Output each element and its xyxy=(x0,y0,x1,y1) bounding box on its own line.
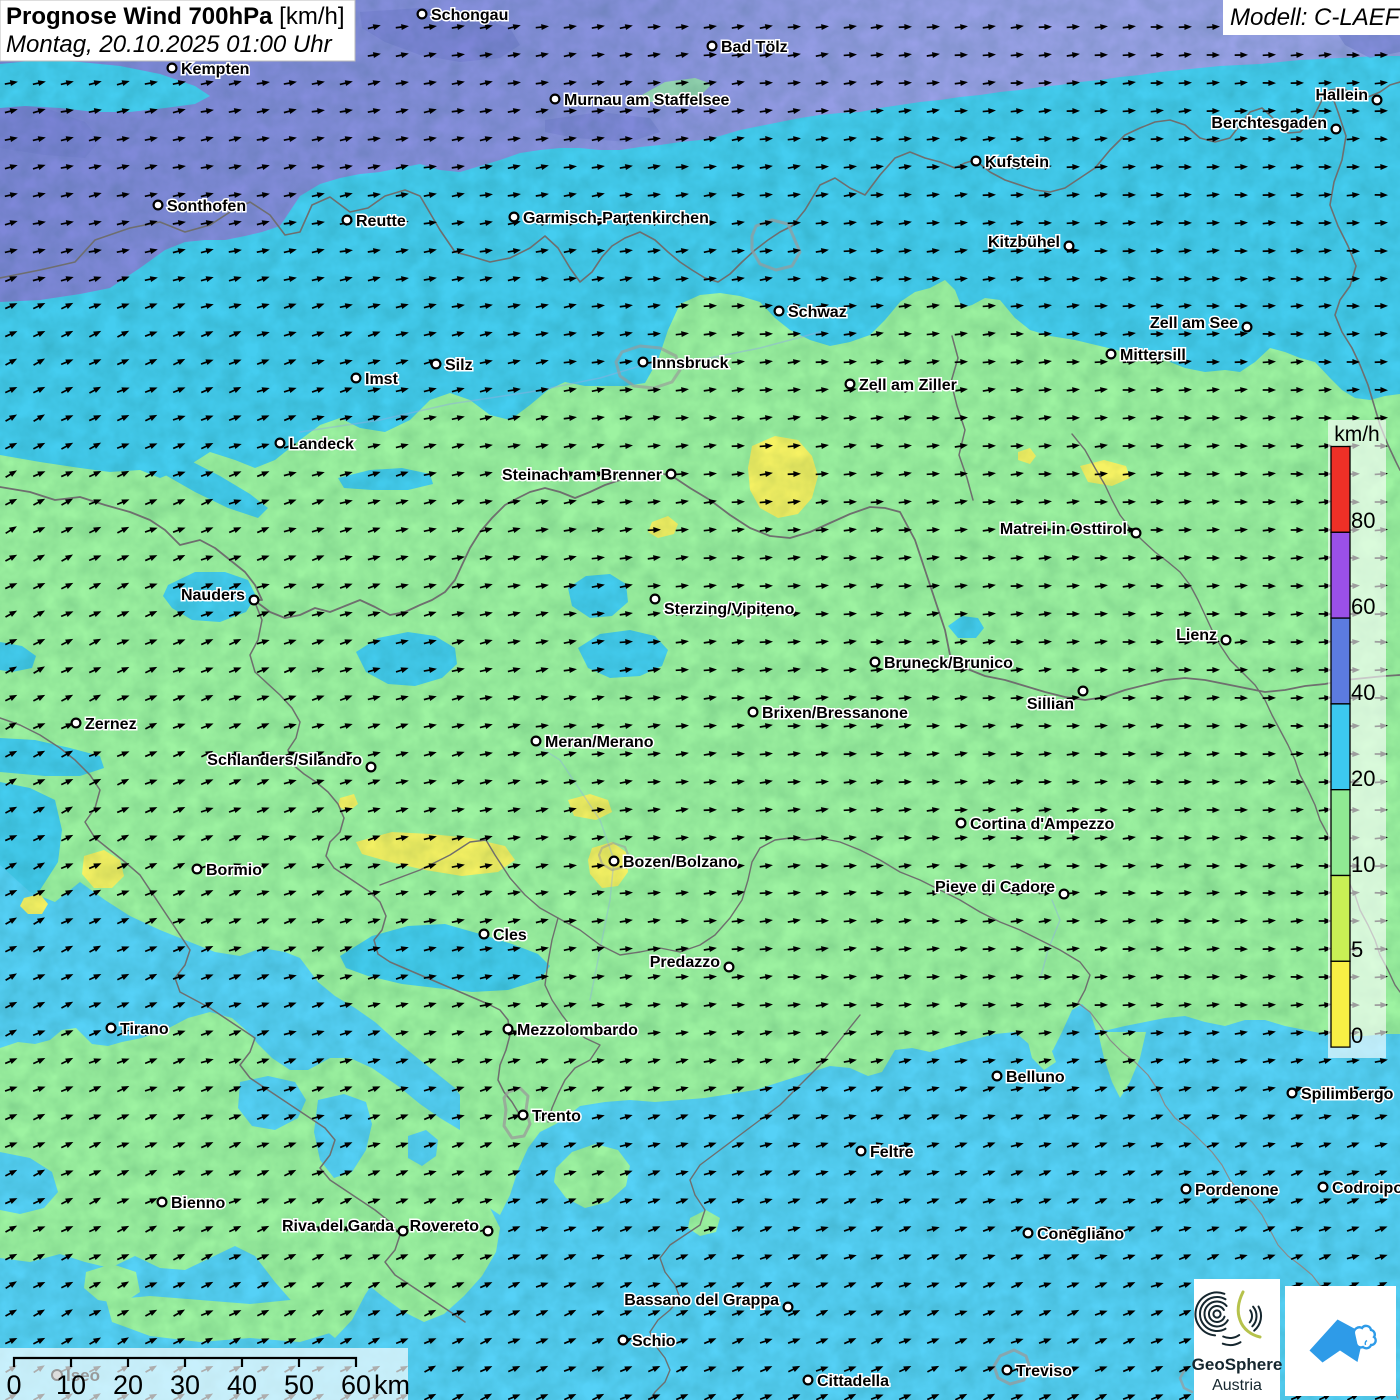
svg-text:Conegliano: Conegliano xyxy=(1037,1226,1124,1243)
svg-text:Tirano: Tirano xyxy=(120,1021,169,1038)
svg-text:Montag, 20.10.2025 01:00 Uhr: Montag, 20.10.2025 01:00 Uhr xyxy=(6,31,333,58)
svg-text:20: 20 xyxy=(113,1370,143,1400)
svg-text:Landeck: Landeck xyxy=(289,436,354,453)
svg-text:Prognose Wind 700hPa [km/h]: Prognose Wind 700hPa [km/h] xyxy=(6,3,345,30)
svg-text:Schio: Schio xyxy=(632,1333,676,1350)
svg-text:Kempten: Kempten xyxy=(181,61,249,78)
svg-text:Cortina d'Ampezzo: Cortina d'Ampezzo xyxy=(970,816,1114,833)
svg-text:Silz: Silz xyxy=(445,357,473,374)
svg-text:Zernez: Zernez xyxy=(85,716,137,733)
svg-text:Berchtesgaden: Berchtesgaden xyxy=(1211,115,1327,132)
svg-text:Predazzo: Predazzo xyxy=(650,954,720,971)
svg-text:0: 0 xyxy=(1351,1023,1363,1048)
svg-text:Modell: C-LAEF: Modell: C-LAEF xyxy=(1230,4,1400,31)
svg-text:Trento: Trento xyxy=(532,1108,581,1125)
svg-text:Mezzolombardo: Mezzolombardo xyxy=(517,1022,638,1039)
svg-text:Mittersill: Mittersill xyxy=(1120,347,1186,364)
svg-text:Sillian: Sillian xyxy=(1027,696,1074,713)
svg-text:Pordenone: Pordenone xyxy=(1195,1182,1279,1199)
svg-text:40: 40 xyxy=(1351,680,1375,705)
svg-text:Sonthofen: Sonthofen xyxy=(167,198,246,215)
svg-text:Imst: Imst xyxy=(365,371,399,388)
svg-text:Schwaz: Schwaz xyxy=(788,304,847,321)
svg-text:Nauders: Nauders xyxy=(181,587,245,604)
svg-text:Sterzing/Vipiteno: Sterzing/Vipiteno xyxy=(664,601,795,618)
svg-text:Kufstein: Kufstein xyxy=(985,154,1049,171)
svg-text:Schongau: Schongau xyxy=(431,7,508,24)
svg-text:Murnau am Staffelsee: Murnau am Staffelsee xyxy=(564,92,729,109)
svg-text:Meran/Merano: Meran/Merano xyxy=(545,734,654,751)
svg-text:Belluno: Belluno xyxy=(1006,1069,1065,1086)
svg-text:60: 60 xyxy=(341,1370,371,1400)
svg-text:60: 60 xyxy=(1351,594,1375,619)
svg-text:5: 5 xyxy=(1351,937,1363,962)
svg-text:Steinach am Brenner: Steinach am Brenner xyxy=(502,467,662,484)
svg-text:Brixen/Bressanone: Brixen/Bressanone xyxy=(762,705,908,722)
svg-text:km: km xyxy=(374,1370,410,1400)
svg-text:Bienno: Bienno xyxy=(171,1195,225,1212)
svg-text:Kitzbühel: Kitzbühel xyxy=(988,234,1060,251)
svg-text:20: 20 xyxy=(1351,766,1375,791)
svg-text:Austria: Austria xyxy=(1212,1377,1262,1394)
svg-text:km/h: km/h xyxy=(1334,423,1380,446)
svg-text:Cles: Cles xyxy=(493,927,527,944)
svg-text:Matrei in Osttirol: Matrei in Osttirol xyxy=(1000,521,1127,538)
svg-text:10: 10 xyxy=(1351,852,1375,877)
svg-text:Innsbruck: Innsbruck xyxy=(652,355,729,372)
svg-text:30: 30 xyxy=(170,1370,200,1400)
svg-text:Zell am Ziller: Zell am Ziller xyxy=(859,377,957,394)
svg-text:10: 10 xyxy=(56,1370,86,1400)
svg-text:Spilimbergo: Spilimbergo xyxy=(1301,1086,1394,1103)
svg-text:Bassano del Grappa: Bassano del Grappa xyxy=(624,1292,779,1309)
svg-text:GeoSphere: GeoSphere xyxy=(1192,1355,1283,1374)
svg-text:Garmisch-Partenkirchen: Garmisch-Partenkirchen xyxy=(523,210,709,227)
svg-text:Feltre: Feltre xyxy=(870,1144,914,1161)
svg-text:Bozen/Bolzano: Bozen/Bolzano xyxy=(623,854,738,871)
svg-text:Schlanders/Silandro: Schlanders/Silandro xyxy=(207,752,362,769)
svg-text:Bruneck/Brunico: Bruneck/Brunico xyxy=(884,655,1013,672)
svg-text:Hallein: Hallein xyxy=(1316,87,1368,104)
svg-text:80: 80 xyxy=(1351,508,1375,533)
svg-text:Pieve di Cadore: Pieve di Cadore xyxy=(935,879,1055,896)
svg-text:Cittadella: Cittadella xyxy=(817,1373,889,1390)
svg-text:Bad Tölz: Bad Tölz xyxy=(721,39,788,56)
svg-text:Bormio: Bormio xyxy=(206,862,262,879)
svg-text:Lienz: Lienz xyxy=(1176,627,1217,644)
svg-text:Reutte: Reutte xyxy=(356,213,406,230)
svg-text:Zell am See: Zell am See xyxy=(1150,315,1238,332)
svg-text:Codroipo: Codroipo xyxy=(1332,1180,1400,1197)
svg-text:Rovereto: Rovereto xyxy=(410,1218,480,1235)
svg-text:50: 50 xyxy=(284,1370,314,1400)
svg-text:40: 40 xyxy=(227,1370,257,1400)
svg-text:Riva del Garda: Riva del Garda xyxy=(282,1218,394,1235)
svg-text:Treviso: Treviso xyxy=(1016,1363,1072,1380)
svg-text:0: 0 xyxy=(6,1370,21,1400)
